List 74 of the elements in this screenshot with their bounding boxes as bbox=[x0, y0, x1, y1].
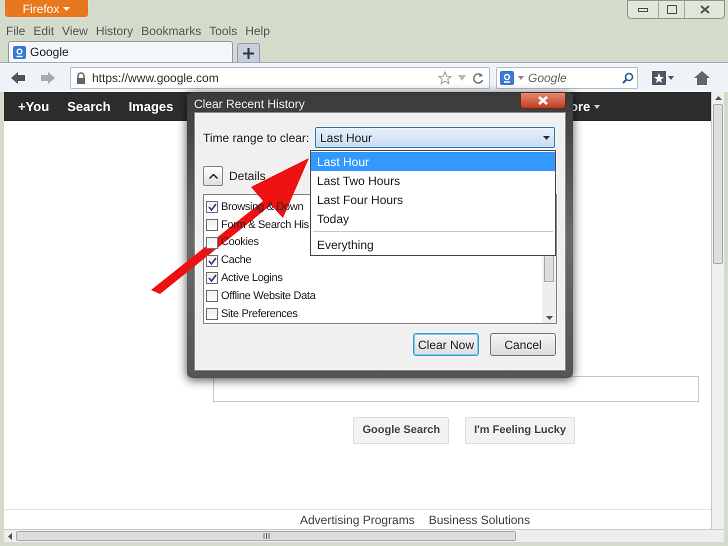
caret-icon bbox=[594, 105, 600, 110]
checkbox-label: Cache bbox=[221, 253, 252, 268]
caret-icon bbox=[63, 6, 70, 10]
scroll-thumb[interactable] bbox=[16, 531, 516, 541]
search-page-button[interactable]: I'm Feeling Lucky bbox=[465, 417, 575, 444]
menu-item[interactable]: View bbox=[62, 22, 88, 40]
search-page-button[interactable]: Google Search bbox=[353, 417, 450, 444]
menu-item[interactable]: Bookmarks bbox=[141, 22, 202, 40]
dropdown-option[interactable]: Today bbox=[311, 209, 555, 228]
google-icon bbox=[13, 46, 26, 58]
scroll-down-icon bbox=[546, 316, 552, 320]
lock-icon bbox=[76, 72, 86, 84]
dialog-title: Clear Recent History bbox=[194, 96, 305, 113]
menu-item[interactable]: Edit bbox=[33, 22, 54, 40]
checkbox[interactable] bbox=[206, 200, 218, 213]
grip-icon bbox=[262, 533, 270, 539]
checkbox[interactable] bbox=[206, 254, 218, 266]
close-icon bbox=[538, 96, 548, 105]
plus-icon bbox=[243, 48, 254, 58]
details-toggle-button[interactable] bbox=[203, 166, 223, 186]
close-icon bbox=[700, 5, 710, 14]
checkbox-label: Offline Website Data bbox=[221, 288, 316, 304]
checkbox[interactable] bbox=[206, 290, 218, 302]
menu-item[interactable]: History bbox=[96, 22, 134, 40]
footer-link[interactable]: Business Solutions bbox=[428, 511, 530, 529]
checkbox[interactable] bbox=[206, 272, 218, 284]
dropdown-option[interactable]: Last Two Hours bbox=[311, 171, 555, 190]
browser-tab[interactable]: Google bbox=[8, 41, 233, 62]
reload-icon bbox=[472, 72, 484, 84]
caret-icon bbox=[543, 136, 550, 140]
time-range-select[interactable]: Last Hour bbox=[315, 127, 555, 148]
forward-icon bbox=[40, 70, 56, 84]
search-field[interactable]: Google bbox=[528, 68, 618, 86]
url-text: https://www.google.com bbox=[92, 70, 220, 86]
time-range-label: Time range to clear: bbox=[203, 130, 307, 146]
scroll-thumb[interactable] bbox=[713, 104, 723, 264]
checkbox-label: Site Preferences bbox=[221, 306, 298, 322]
scroll-up-icon bbox=[714, 96, 722, 100]
menu-item[interactable]: Tools bbox=[209, 22, 238, 40]
nav-link[interactable]: +You bbox=[18, 96, 50, 116]
checkbox[interactable] bbox=[206, 218, 218, 231]
scroll-left-icon bbox=[8, 532, 12, 540]
footer-link[interactable]: Advertising Programs bbox=[300, 511, 415, 529]
caret-icon bbox=[518, 76, 524, 80]
checkbox[interactable] bbox=[206, 236, 218, 249]
home-icon bbox=[694, 70, 710, 84]
search-box[interactable]: Google bbox=[496, 66, 638, 88]
checkbox-label: Cookies bbox=[221, 235, 259, 250]
nav-link[interactable]: Search bbox=[67, 96, 111, 116]
maximize-icon bbox=[666, 5, 676, 14]
new-tab-button[interactable] bbox=[237, 43, 260, 62]
search-icon bbox=[622, 72, 634, 84]
vertical-scrollbar[interactable] bbox=[711, 92, 724, 529]
minimize-icon bbox=[638, 8, 648, 12]
google-icon bbox=[500, 70, 514, 84]
nav-link[interactable]: Images bbox=[128, 96, 174, 116]
dropdown-option[interactable]: Last Four Hours bbox=[311, 190, 555, 209]
dropdown-option[interactable]: Everything bbox=[311, 235, 555, 254]
details-label: Details bbox=[229, 168, 266, 185]
horizontal-scrollbar[interactable] bbox=[4, 529, 724, 542]
checkbox-label: Active Logins bbox=[221, 271, 283, 286]
dialog-button[interactable]: Cancel bbox=[490, 333, 556, 356]
dialog-button[interactable]: Clear Now bbox=[413, 333, 479, 356]
star-icon bbox=[438, 70, 452, 84]
menu-item[interactable]: File bbox=[6, 22, 26, 40]
menu-item[interactable]: Help bbox=[245, 22, 270, 40]
caret-up-icon bbox=[208, 174, 218, 178]
address-bar[interactable]: https://www.google.com bbox=[70, 66, 490, 88]
time-range-value: Last Hour bbox=[320, 130, 372, 146]
dropdown-icon bbox=[458, 74, 466, 80]
back-icon bbox=[10, 70, 26, 84]
checkbox[interactable] bbox=[206, 308, 218, 320]
bookmarks-icon bbox=[652, 70, 674, 84]
dialog-close-button[interactable] bbox=[520, 92, 566, 109]
